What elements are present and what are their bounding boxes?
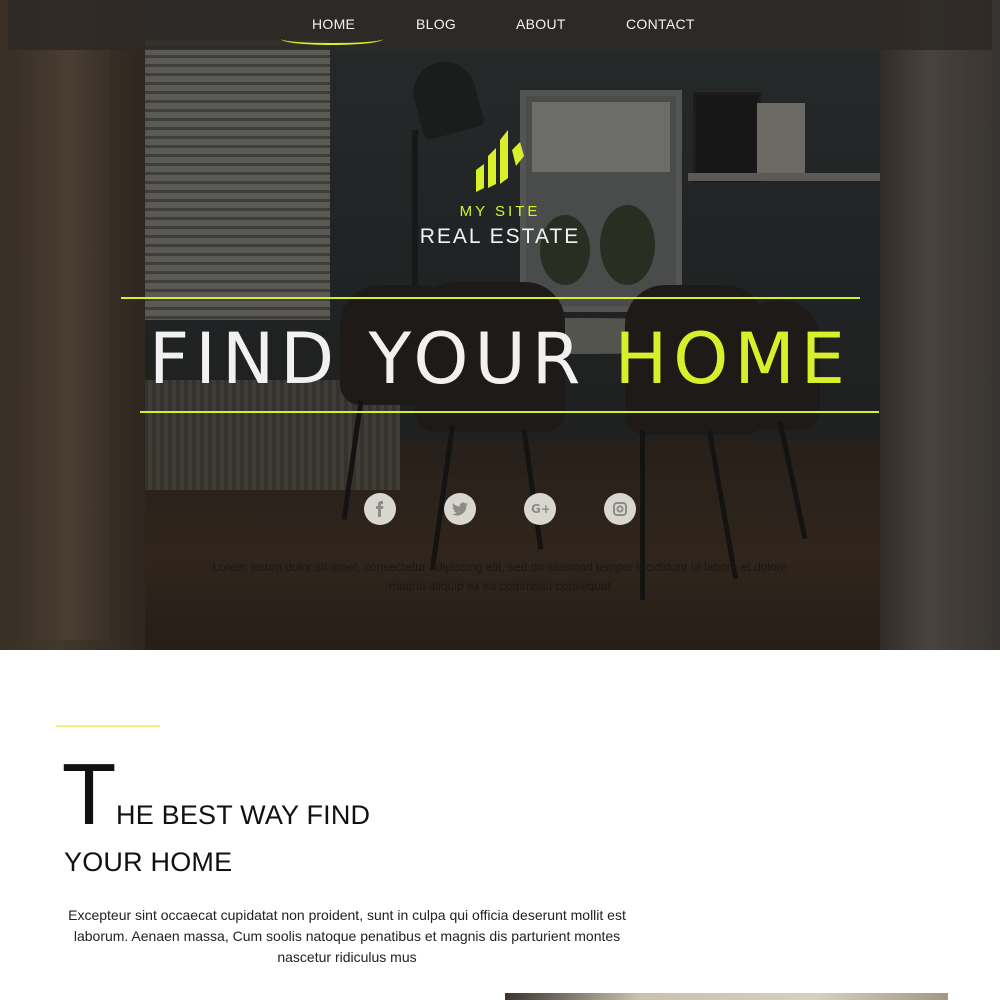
hero-headline: FIND YOUR HOME	[120, 318, 880, 400]
svg-text:G+: G+	[531, 502, 549, 515]
facebook-icon[interactable]	[364, 493, 396, 525]
section-dropcap: T	[64, 749, 115, 844]
section-accent-line	[56, 725, 160, 727]
bar-chart-logo-icon[interactable]	[474, 126, 526, 192]
nav-contact-link[interactable]: CONTACT	[626, 0, 695, 48]
hero-section: HOME BLOG ABOUT CONTACT MY SITE REAL EST…	[0, 0, 1000, 650]
nav-active-indicator	[281, 33, 383, 45]
headline-text: FIND YOUR	[149, 318, 615, 400]
top-navigation: HOME BLOG ABOUT CONTACT	[8, 0, 992, 50]
logo-site-name: MY SITE	[459, 203, 541, 220]
section-image	[505, 993, 948, 1000]
hero-description: Lorem ipsum dolor sit amet, consectetur …	[212, 560, 788, 593]
nav-about-link[interactable]: ABOUT	[516, 0, 566, 48]
section-heading-line2: YOUR HOME	[64, 847, 233, 877]
section-heading-line1: HE BEST WAY FIND	[116, 800, 371, 830]
headline-bottom-rule	[140, 411, 879, 413]
twitter-icon[interactable]	[444, 493, 476, 525]
headline-top-rule	[121, 297, 860, 299]
section-body-text: Excepteur sint occaecat cupidatat non pr…	[68, 907, 626, 965]
logo-tagline: REAL ESTATE	[419, 225, 581, 248]
google-plus-icon[interactable]: G+	[524, 493, 556, 525]
headline-accent-text: HOME	[614, 318, 851, 400]
instagram-icon[interactable]	[604, 493, 636, 525]
nav-blog-link[interactable]: BLOG	[416, 0, 456, 48]
